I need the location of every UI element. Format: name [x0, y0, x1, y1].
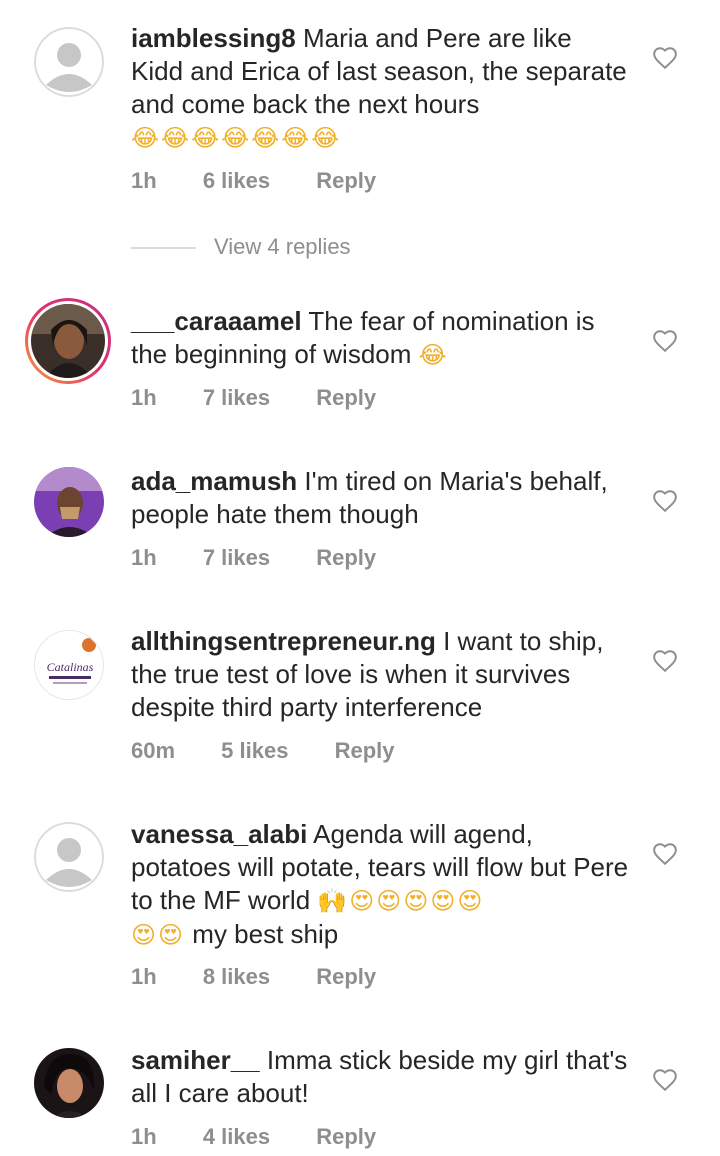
avatar-story-ring[interactable]	[25, 298, 111, 384]
likes-count[interactable]: 5 likes	[221, 738, 288, 763]
likes-count[interactable]: 8 likes	[203, 964, 270, 989]
heart-outline-icon[interactable]	[652, 45, 678, 71]
heart-outline-icon[interactable]	[652, 488, 678, 514]
username[interactable]: allthingsentrepreneur.ng	[131, 626, 436, 656]
reply-button[interactable]: Reply	[316, 385, 376, 410]
timestamp: 60m	[131, 738, 176, 763]
default-avatar-icon	[34, 822, 104, 892]
username[interactable]: ada_mamush	[131, 466, 297, 496]
avatar-default[interactable]	[34, 27, 104, 97]
comment-meta: 1h 7 likes Reply	[131, 385, 416, 411]
timestamp: 1h	[131, 545, 157, 570]
reply-button[interactable]: Reply	[316, 1124, 376, 1149]
heart-outline-icon[interactable]	[652, 841, 678, 867]
likes-count[interactable]: 7 likes	[203, 385, 270, 410]
reply-button[interactable]: Reply	[335, 738, 395, 763]
timestamp: 1h	[131, 168, 157, 193]
username[interactable]: samiher__	[131, 1045, 260, 1075]
username[interactable]: iamblessing8	[131, 23, 296, 53]
timestamp: 1h	[131, 385, 157, 410]
comment-text: allthingsentrepreneur.ng I want to ship,…	[131, 626, 604, 722]
comment-meta: 1h 7 likes Reply	[131, 545, 416, 571]
likes-count[interactable]: 7 likes	[203, 545, 270, 570]
avatar-logo-text: Catalinas	[47, 660, 94, 674]
heart-outline-icon[interactable]	[652, 1067, 678, 1093]
username[interactable]: vanessa_alabi	[131, 819, 307, 849]
reply-button[interactable]: Reply	[316, 545, 376, 570]
avatar[interactable]	[34, 467, 104, 537]
avatar[interactable]: Catalinas	[34, 630, 104, 700]
comment-text: vanessa_alabi Agenda will agend, potatoe…	[131, 819, 629, 949]
comment-meta: 1h 8 likes Reply	[131, 964, 416, 990]
heart-outline-icon[interactable]	[652, 328, 678, 354]
reply-button[interactable]: Reply	[316, 168, 376, 193]
reply-button[interactable]: Reply	[316, 964, 376, 989]
comment-text: ___caraaamel The fear of nomination is t…	[131, 306, 595, 369]
comment-meta: 1h 6 likes Reply	[131, 168, 416, 194]
comment-meta: 60m 5 likes Reply	[131, 738, 435, 764]
username[interactable]: ___caraaamel	[131, 306, 302, 336]
laughing-emoji: 😂😂😂😂😂😂😂	[131, 124, 342, 152]
avatar[interactable]	[34, 1048, 104, 1118]
heart-eyes-emoji: 😍😍	[131, 921, 186, 949]
comment-text: ada_mamush I'm tired on Maria's behalf, …	[131, 466, 608, 529]
heart-eyes-emoji: 🙌😍😍😍😍😍	[317, 887, 485, 915]
laughing-emoji: 😂	[418, 341, 449, 369]
default-avatar-icon	[34, 27, 104, 97]
divider	[131, 247, 196, 249]
likes-count[interactable]: 4 likes	[203, 1124, 270, 1149]
comment-text: iamblessing8 Maria and Pere are like Kid…	[131, 23, 627, 152]
comment-meta: 1h 4 likes Reply	[131, 1124, 416, 1150]
comment-text: samiher__ Imma stick beside my girl that…	[131, 1045, 628, 1108]
likes-count[interactable]: 6 likes	[203, 168, 270, 193]
timestamp: 1h	[131, 1124, 157, 1149]
heart-outline-icon[interactable]	[652, 648, 678, 674]
avatar-default[interactable]	[34, 822, 104, 892]
avatar	[31, 304, 105, 378]
timestamp: 1h	[131, 964, 157, 989]
